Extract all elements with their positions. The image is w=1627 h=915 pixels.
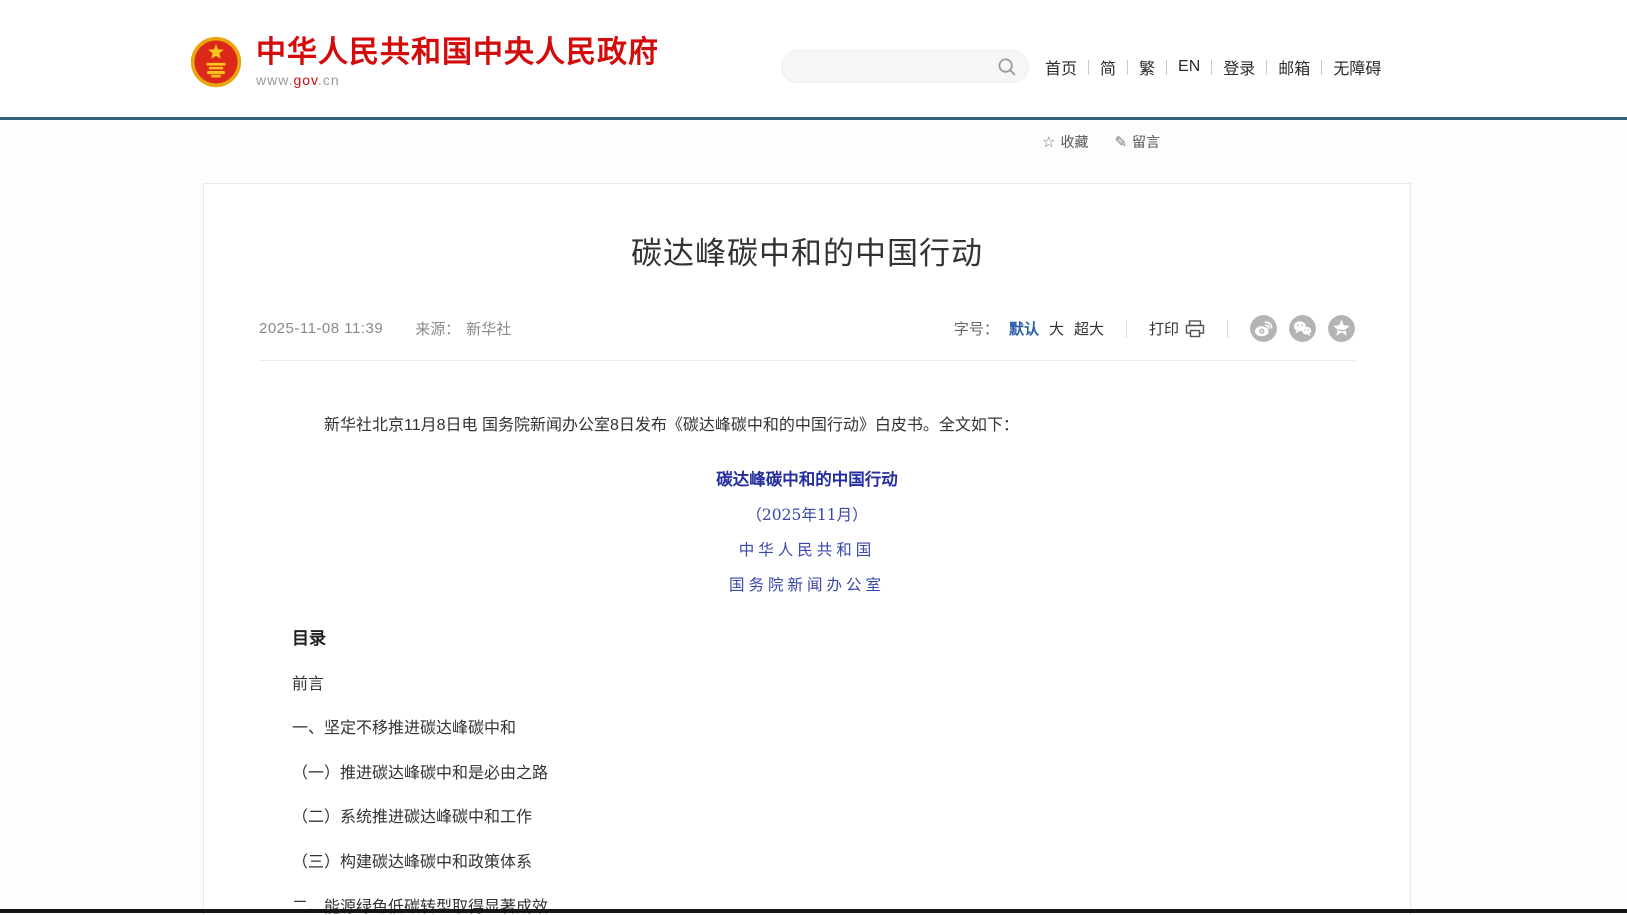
wechat-share-icon[interactable] [1289, 315, 1316, 342]
toc-item-1-2: （二）系统推进碳达峰碳中和工作 [292, 809, 1322, 827]
nav-simplified[interactable]: 简 [1100, 55, 1116, 79]
star-icon: ☆ [1042, 133, 1055, 151]
national-emblem-icon [190, 36, 242, 88]
print-label: 打印 [1149, 318, 1179, 339]
doc-title: 碳达峰碳中和的中国行动 [292, 466, 1322, 490]
article-card: 碳达峰碳中和的中国行动 2025-11-08 11:39 来源： 新华社 字号：… [203, 183, 1411, 915]
weibo-share-icon[interactable] [1250, 315, 1277, 342]
site-url-mid: gov [293, 72, 318, 88]
site-title-block: 中华人民共和国中央人民政府 www.gov.cn [256, 36, 659, 88]
search-icon[interactable] [992, 52, 1022, 82]
site-title[interactable]: 中华人民共和国中央人民政府 [256, 36, 659, 69]
toc-item-preface: 前言 [292, 676, 1322, 694]
toc-item-1-1: （一）推进碳达峰碳中和是必由之路 [292, 765, 1322, 783]
font-size-option-large[interactable]: 大 [1049, 318, 1064, 339]
source-label: 来源： [415, 318, 460, 339]
message-label: 留言 [1132, 132, 1160, 152]
toc-item-1: 一、坚定不移推进碳达峰碳中和 [292, 720, 1322, 738]
nav-accessibility[interactable]: 无障碍 [1333, 55, 1381, 79]
source-value[interactable]: 新华社 [466, 318, 511, 339]
site-logo[interactable]: 中华人民共和国中央人民政府 www.gov.cn [190, 36, 659, 88]
message-button[interactable]: ✎ 留言 [1114, 132, 1160, 152]
nav-separator [1088, 60, 1089, 75]
page-tools: ☆ 收藏 ✎ 留言 [1042, 132, 1160, 152]
site-url-suffix: .cn [318, 72, 340, 88]
favorite-label: 收藏 [1060, 132, 1088, 152]
toc-heading: 目录 [292, 624, 1322, 649]
qzone-share-icon[interactable] [1328, 315, 1355, 342]
search-input[interactable] [782, 51, 992, 82]
font-size-option-xlarge[interactable]: 超大 [1074, 318, 1104, 339]
article-body: 新华社北京11月8日电 国务院新闻办公室8日发布《碳达峰碳中和的中国行动》白皮书… [204, 361, 1410, 915]
nav-traditional[interactable]: 繁 [1139, 55, 1155, 79]
favorite-button[interactable]: ☆ 收藏 [1042, 132, 1088, 152]
print-button[interactable]: 打印 [1149, 318, 1205, 339]
nav-separator [1211, 60, 1212, 75]
article-date: 2025-11-08 11:39 [259, 320, 383, 337]
article-meta-row: 2025-11-08 11:39 来源： 新华社 字号： 默认 大 超大 打印 [259, 315, 1355, 342]
font-size-label: 字号： [954, 318, 999, 339]
printer-icon [1185, 320, 1205, 338]
meta-separator [1126, 320, 1127, 338]
pencil-icon: ✎ [1114, 133, 1127, 151]
article-title: 碳达峰碳中和的中国行动 [204, 228, 1410, 273]
article-meta-right: 字号： 默认 大 超大 打印 [954, 315, 1355, 342]
article-meta-left: 2025-11-08 11:39 来源： 新华社 [259, 318, 511, 339]
site-url-prefix: www. [256, 72, 293, 88]
nav-separator [1127, 60, 1128, 75]
nav-english[interactable]: EN [1178, 58, 1200, 76]
font-size-option-default[interactable]: 默认 [1009, 318, 1039, 339]
site-url[interactable]: www.gov.cn [256, 72, 659, 88]
toc-item-1-3: （三）构建碳达峰碳中和政策体系 [292, 854, 1322, 872]
nav-mail[interactable]: 邮箱 [1278, 55, 1310, 79]
meta-separator [1227, 320, 1228, 338]
share-group [1250, 315, 1355, 342]
doc-date: （2025年11月） [292, 503, 1322, 525]
doc-issuer-line2: 国务院新闻办公室 [292, 573, 1322, 595]
doc-issuer-line1: 中华人民共和国 [292, 538, 1322, 560]
nav-separator [1266, 60, 1267, 75]
bottom-border-bar [0, 909, 1627, 913]
lead-paragraph: 新华社北京11月8日电 国务院新闻办公室8日发布《碳达峰碳中和的中国行动》白皮书… [292, 413, 1322, 439]
nav-separator [1321, 60, 1322, 75]
top-nav: 首页 简 繁 EN 登录 邮箱 无障碍 [1045, 55, 1381, 79]
site-header: 中华人民共和国中央人民政府 www.gov.cn 首页 简 繁 EN 登录 邮箱… [0, 0, 1627, 120]
nav-home[interactable]: 首页 [1045, 55, 1077, 79]
search-box [781, 50, 1029, 83]
nav-separator [1166, 60, 1167, 75]
nav-login[interactable]: 登录 [1223, 55, 1255, 79]
